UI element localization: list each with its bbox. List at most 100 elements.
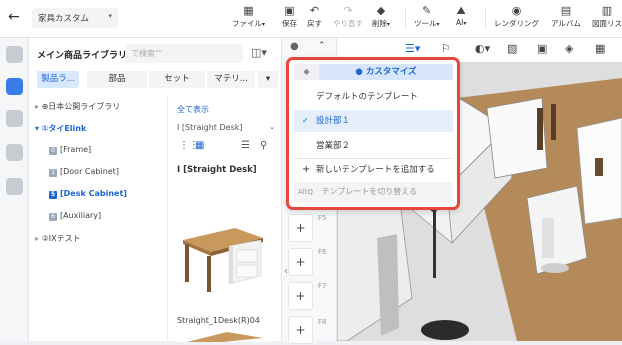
- product-thumbnail[interactable]: [177, 188, 267, 308]
- tree-node-label: ①タイElink: [41, 124, 87, 133]
- tree-node-desk-cabinet[interactable]: 5 [Desk Cabinet]: [49, 189, 127, 199]
- template-tabs: ◆ ● カスタマイズ: [294, 64, 453, 80]
- folder-icon: 5: [49, 191, 57, 199]
- render-label: レンダリング: [494, 19, 539, 28]
- render-button[interactable]: ◉ レンダリング: [494, 4, 539, 29]
- album-button[interactable]: ▤ アルバム: [551, 4, 581, 29]
- tab-customize[interactable]: ● カスタマイズ: [319, 64, 453, 80]
- undo-label: 戻す: [307, 19, 322, 28]
- catalog-icon[interactable]: [6, 46, 23, 63]
- redo-button[interactable]: ↷ やり直す: [333, 4, 363, 29]
- category-materials[interactable]: マテリ...: [207, 71, 255, 88]
- template-item-label: 設計部１: [316, 116, 351, 126]
- tree-node-label: ⊕日本公開ライブラリ: [41, 102, 121, 111]
- folder-icon: 6: [49, 213, 57, 221]
- template-item-design-1[interactable]: ✓ 設計部１: [294, 110, 453, 132]
- redo-label: やり直す: [333, 19, 363, 28]
- badge-icon[interactable]: [6, 110, 23, 127]
- frame-icon[interactable]: ▣: [537, 42, 547, 55]
- plus-icon: +: [302, 164, 311, 175]
- add-floor-button[interactable]: +: [288, 248, 313, 276]
- tree-node-public[interactable]: ▸ ⊕日本公開ライブラリ: [35, 101, 120, 112]
- back-arrow-icon[interactable]: ←: [8, 9, 20, 25]
- desk-image: [187, 332, 263, 342]
- sort-icon[interactable]: ☰: [241, 140, 250, 151]
- subcategory-filter[interactable]: I [Straight Desk] ⌄: [177, 123, 277, 132]
- undo-button[interactable]: ↶ 戻す: [307, 4, 322, 29]
- grid-large-icon[interactable]: ▦: [195, 140, 204, 151]
- collapse-arrow-icon[interactable]: ‹: [284, 266, 288, 277]
- redo-icon: ↷: [343, 4, 353, 17]
- paint-roller-icon[interactable]: ⚐: [441, 42, 451, 55]
- filter-value: I [Straight Desk]: [177, 123, 243, 132]
- tag-icon: ◆: [303, 67, 310, 76]
- tree-node-label: ②IXテスト: [41, 234, 81, 243]
- floor-label: F6: [318, 248, 327, 256]
- filter-icon[interactable]: ⚲: [260, 140, 267, 151]
- category-parts[interactable]: 部品: [87, 71, 147, 88]
- expand-arrow-icon: ▸: [35, 234, 40, 243]
- eraser-icon: ◆: [376, 4, 386, 17]
- project-name-selector[interactable]: 家具カスタム ▾: [32, 8, 118, 28]
- search-input[interactable]: で検索"": [125, 44, 243, 63]
- camera-icon: ◉: [511, 4, 522, 17]
- tree-node-elink[interactable]: ▾ ①タイElink: [35, 123, 86, 134]
- library-tree: ▸ ⊕日本公開ライブラリ ▾ ①タイElink 0 [Frame] 1 [Door …: [29, 96, 168, 341]
- cabinet-icon[interactable]: [6, 178, 23, 195]
- switch-template-hint: AltQ テンプレートを切り替える: [294, 182, 453, 202]
- save-label: 保存: [282, 19, 297, 28]
- tools-menu-button[interactable]: ✎ ツール▾: [414, 4, 440, 29]
- chevron-down-icon: ⌄: [269, 123, 275, 131]
- switch-template-label: テンプレートを切り替える: [321, 187, 418, 196]
- file-menu-button[interactable]: ▦ ファイル▾: [232, 4, 265, 29]
- template-item-default[interactable]: デフォルトのテンプレート: [294, 86, 453, 108]
- undo-icon: ↶: [309, 4, 320, 17]
- book-icon[interactable]: ▧: [507, 42, 517, 55]
- ai-icon: ⛰: [456, 4, 466, 17]
- file-menu-label: ファイル: [232, 19, 262, 28]
- add-floor-button[interactable]: +: [288, 282, 313, 310]
- add-floor-button[interactable]: +: [288, 316, 313, 344]
- toolbar-divider: [405, 8, 406, 30]
- category-more[interactable]: ▾: [258, 71, 278, 88]
- user-icon[interactable]: ●: [290, 41, 299, 52]
- tree-node-auxiliary[interactable]: 6 [Auxiliary]: [49, 211, 101, 221]
- category-products[interactable]: 製品ラ...: [37, 71, 79, 88]
- tree-node-label: [Auxiliary]: [60, 211, 102, 220]
- show-all-link[interactable]: 全て表示: [177, 104, 209, 115]
- user-icon[interactable]: [6, 144, 23, 161]
- tree-node-label: [Frame]: [60, 145, 92, 154]
- palette-icon[interactable]: ◐▾: [475, 42, 490, 55]
- tree-node-ix-test[interactable]: ▸ ②IXテスト: [35, 233, 81, 244]
- check-icon: ✓: [302, 116, 309, 125]
- category-sets[interactable]: セット: [149, 71, 205, 88]
- drawing-list-button[interactable]: ▥ 図面リス: [592, 4, 622, 29]
- project-name: 家具カスタム: [38, 14, 90, 24]
- chevron-up-icon[interactable]: ⌃: [318, 41, 326, 51]
- add-template-button[interactable]: + 新しいテンプレートを追加する: [294, 159, 453, 181]
- template-item-label: 営業部２: [316, 141, 351, 151]
- save-button[interactable]: ▣ 保存: [282, 4, 297, 29]
- panel-title: メイン商品ライブラリ: [37, 51, 128, 61]
- add-floor-button[interactable]: +: [288, 214, 313, 242]
- template-item-sales-2[interactable]: 営業部２: [294, 135, 453, 157]
- tab-tag[interactable]: ◆: [294, 64, 319, 80]
- tree-node-door-cabinet[interactable]: 1 [Door Cabinet]: [49, 167, 119, 177]
- ai-menu-button[interactable]: ⛰ AI▾: [456, 4, 466, 27]
- delete-button[interactable]: ◆ 削除▾: [372, 4, 390, 29]
- template-item-label: デフォルトのテンプレート: [316, 92, 418, 102]
- tree-node-label: [Desk Cabinet]: [60, 189, 127, 198]
- layout-toggle-icon[interactable]: ◫▾: [251, 46, 267, 59]
- product-thumbnail[interactable]: [177, 330, 267, 342]
- top-toolbar: ← 家具カスタム ▾ ▦ ファイル▾ ▣ 保存 ↶ 戻す ↷ やり直す ◆ 削除…: [0, 0, 622, 38]
- add-template-label: 新しいテンプレートを追加する: [316, 165, 435, 175]
- floor-label: F5: [318, 214, 327, 222]
- crown-icon[interactable]: [6, 78, 23, 95]
- layers-icon[interactable]: ◈: [565, 42, 573, 55]
- left-rail: [0, 38, 29, 341]
- wrench-icon: ✎: [422, 4, 432, 17]
- tree-node-frame[interactable]: 0 [Frame]: [49, 145, 91, 155]
- template-list-icon[interactable]: ☰▾: [405, 42, 420, 55]
- cabinet-tool-icon[interactable]: ▦: [595, 42, 605, 55]
- tree-node-label: [Door Cabinet]: [60, 167, 119, 176]
